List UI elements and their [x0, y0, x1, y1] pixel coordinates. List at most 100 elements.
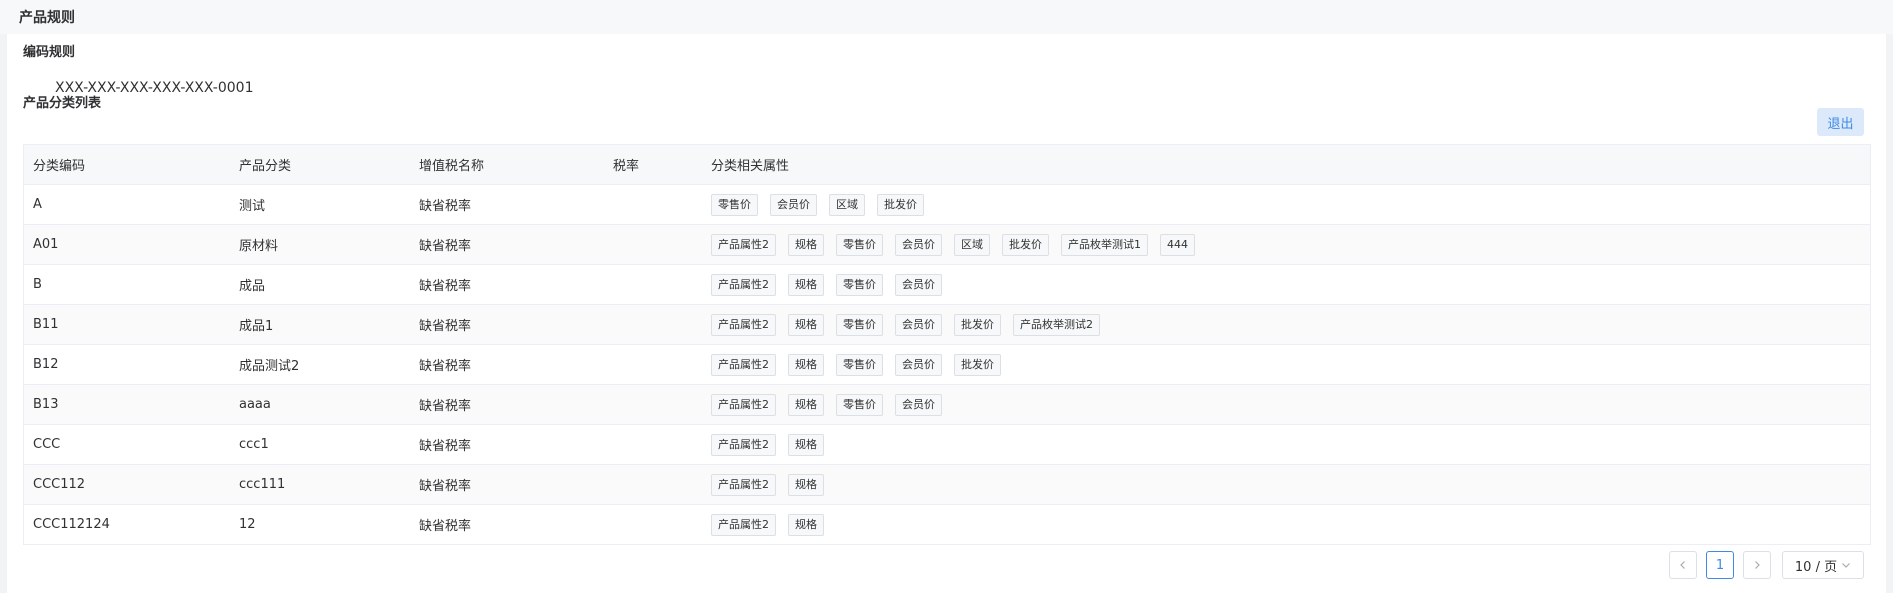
- cell-category: 原材料: [239, 239, 279, 254]
- attribute-tag: 产品属性2: [711, 393, 776, 416]
- pagination: 1 10 / 页: [1669, 551, 1864, 579]
- cell-tax-name: 缺省税率: [419, 319, 472, 334]
- cell-tax-name: 缺省税率: [419, 479, 472, 494]
- cell-attributes: 产品属性2 规格 零售价 会员价 批发价 产品枚举测试2: [702, 313, 1870, 336]
- attribute-tag: 产品属性2: [711, 233, 776, 256]
- cell-attributes: 产品属性2 规格: [702, 473, 1870, 496]
- cell-code: A: [33, 197, 42, 212]
- page-1-button[interactable]: 1: [1706, 551, 1734, 579]
- attribute-tag: 产品属性2: [711, 273, 776, 296]
- attribute-tag: 规格: [788, 353, 824, 376]
- page-size-select[interactable]: 10 / 页: [1782, 551, 1864, 579]
- cell-code: B13: [33, 397, 59, 412]
- cell-code: B: [33, 277, 42, 292]
- attribute-tag: 产品属性2: [711, 353, 776, 376]
- cell-attributes: 零售价 会员价 区域 批发价: [702, 193, 1870, 216]
- category-table: 分类编码 产品分类 增值税名称 税率 分类相关属性 A 测试 缺省税率 零售价 会员价区…: [23, 144, 1871, 545]
- table-row: B 成品 缺省税率 产品属性2 规格 零售价 会员价: [24, 265, 1870, 305]
- cell-attributes: 产品属性2 规格: [702, 433, 1870, 456]
- attribute-tag: 产品属性2: [711, 473, 776, 496]
- attribute-tag: 规格: [788, 433, 824, 456]
- table-row: CCC112 ccc111 缺省税率 产品属性2 规格: [24, 465, 1870, 505]
- cell-category: ccc111: [239, 477, 286, 492]
- cell-tax-name: 缺省税率: [419, 399, 472, 414]
- page-title: 产品规则: [19, 10, 75, 26]
- chevron-left-icon: [1680, 561, 1685, 569]
- cell-attributes: 产品属性2 规格 零售价 会员价: [702, 273, 1870, 296]
- table-row: A01 原材料 缺省税率 产品属性2 规格 零售价 会员价 区域 批发价 产品枚举测试1 444: [24, 225, 1870, 265]
- page-size-label: 10 / 页: [1794, 559, 1838, 575]
- table-row: B11 成品1 缺省税率 产品属性2 规格 零售价 会员价 批发价 产品枚举测试2: [24, 305, 1870, 345]
- cell-category: 成品: [239, 279, 266, 294]
- next-page-button[interactable]: [1743, 551, 1771, 579]
- attribute-tag: 零售价: [836, 273, 883, 296]
- cell-tax-name: 缺省税率: [419, 519, 472, 534]
- cell-category: 成品1: [239, 319, 274, 334]
- main-panel: 编码规则 XXX-XXX-XXX-XXX-XXX-0001 产品分类列表 退出 …: [7, 34, 1886, 593]
- attribute-tag: 规格: [788, 313, 824, 336]
- cell-attributes: 产品属性2 规格 零售价 会员价: [702, 393, 1870, 416]
- attribute-tag: 零售价: [836, 313, 883, 336]
- attribute-tag: 批发价: [1002, 233, 1049, 256]
- category-list-title: 产品分类列表: [23, 96, 102, 111]
- exit-button[interactable]: 退出: [1817, 108, 1864, 136]
- prev-page-button[interactable]: [1669, 551, 1697, 579]
- attribute-tag: 产品枚举测试2: [1013, 313, 1100, 336]
- attribute-tag: 会员价: [895, 353, 942, 376]
- cell-tax-name: 缺省税率: [419, 199, 472, 214]
- attribute-tag: 规格: [788, 273, 824, 296]
- cell-attributes: 产品属性2 规格 零售价 会员价 区域 批发价 产品枚举测试1 444: [702, 233, 1870, 256]
- attribute-tag: 会员价: [895, 313, 942, 336]
- cell-category: 测试: [239, 199, 266, 214]
- attribute-tag: 规格: [788, 393, 824, 416]
- header-rate: 税率: [613, 159, 640, 174]
- cell-category: aaaa: [239, 397, 271, 412]
- cell-code: CCC: [33, 437, 61, 452]
- header-code: 分类编码: [33, 159, 86, 174]
- cell-code: CCC112124: [33, 517, 110, 532]
- attribute-tag: 区域: [829, 193, 865, 216]
- code-rule-title: 编码规则: [23, 45, 76, 60]
- attribute-tag: 会员价: [770, 193, 817, 216]
- cell-tax-name: 缺省税率: [419, 279, 472, 294]
- cell-category: 12: [239, 517, 256, 532]
- header-attributes: 分类相关属性: [711, 159, 790, 174]
- attribute-tag: 规格: [788, 513, 824, 536]
- attribute-tag: 规格: [788, 233, 824, 256]
- cell-code: B12: [33, 357, 59, 372]
- cell-category: ccc1: [239, 437, 269, 452]
- attribute-tag: 产品枚举测试1: [1061, 233, 1148, 256]
- attribute-tag: 444: [1160, 233, 1195, 256]
- attribute-tag: 批发价: [954, 353, 1001, 376]
- cell-code: CCC112: [33, 477, 86, 492]
- attribute-tag: 会员价: [895, 393, 942, 416]
- table-body: A 测试 缺省税率 零售价 会员价 区域 批发价 A01 原材料 缺省税率 产品属性2 规格 零售价 会员…: [24, 185, 1870, 545]
- table-row: B12 成品测试2 缺省税率 产品属性2 规格 零售价 会员价 批发价: [24, 345, 1870, 385]
- table-row: B13 aaaa 缺省税率 产品属性2 规格 零售价 会员价: [24, 385, 1870, 425]
- attribute-tag: 规格: [788, 473, 824, 496]
- attribute-tag: 产品属性2: [711, 433, 776, 456]
- attribute-tag: 零售价: [836, 233, 883, 256]
- attribute-tag: 零售价: [711, 193, 758, 216]
- table-row: CCC112124 12 缺省税率 产品属性2 规格: [24, 505, 1870, 545]
- chevron-right-icon: [1755, 561, 1760, 569]
- attribute-tag: 区域: [954, 233, 990, 256]
- cell-category: 成品测试2: [239, 359, 300, 374]
- cell-tax-name: 缺省税率: [419, 239, 472, 254]
- attribute-tag: 批发价: [877, 193, 924, 216]
- cell-attributes: 产品属性2 规格: [702, 513, 1870, 536]
- header-tax-name: 增值税名称: [419, 159, 485, 174]
- attribute-tag: 零售价: [836, 353, 883, 376]
- cell-code: A01: [33, 237, 59, 252]
- page-header: 产品规则: [0, 0, 1893, 34]
- table-row: A 测试 缺省税率 零售价 会员价 区域 批发价: [24, 185, 1870, 225]
- attribute-tag: 会员价: [895, 273, 942, 296]
- attribute-tag: 产品属性2: [711, 313, 776, 336]
- cell-tax-name: 缺省税率: [419, 359, 472, 374]
- attribute-tag: 会员价: [895, 233, 942, 256]
- cell-code: B11: [33, 317, 59, 332]
- cell-attributes: 产品属性2 规格 零售价 会员价 批发价: [702, 353, 1870, 376]
- attribute-tag: 产品属性2: [711, 513, 776, 536]
- attribute-tag: 零售价: [836, 393, 883, 416]
- chevron-down-icon: [1842, 563, 1851, 568]
